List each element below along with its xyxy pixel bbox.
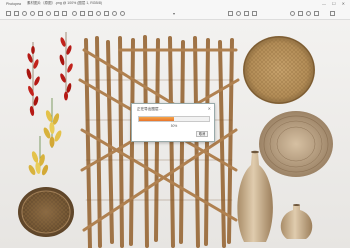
print-icon[interactable] [252,11,257,16]
cancel-button[interactable]: 取消 [196,131,208,137]
redo-icon[interactable] [30,11,35,16]
woven-tray [243,36,315,104]
zoom-out-icon[interactable] [120,11,125,16]
title-bar: Photopea 素材图片（原图）.png @ 100% (图层 1, RGB/… [0,0,350,7]
toolbar-icons [0,7,350,20]
progress-bar [138,116,210,122]
save-icon[interactable] [14,11,19,16]
fullscreen-icon[interactable] [298,11,303,16]
minimize-button[interactable]: — [322,0,326,7]
bamboo-sieve [259,111,333,177]
dialog-close-icon[interactable]: ✕ [208,106,211,111]
yellow-chili-bunch-lower [28,136,49,176]
window-controls: — ☐ ✕ [322,0,345,7]
export-progress-dialog: 正在导出图层… ✕ 50% 取消 [131,103,215,142]
resize-icon[interactable] [62,11,67,16]
red-chili-string-left [26,42,40,116]
brush-icon[interactable] [96,11,101,16]
export-icon[interactable] [314,11,319,16]
zoom-in-icon[interactable] [112,11,117,16]
filter-icon[interactable] [80,11,85,16]
undo-icon[interactable] [22,11,27,16]
close-window-button[interactable]: ✕ [342,0,345,7]
crop-icon[interactable] [38,11,43,16]
document-title: 素材图片（原图）.png @ 100% (图层 1, RGB/8) [27,1,102,5]
bamboo-lattice [78,35,240,248]
eraser-icon[interactable] [104,11,109,16]
share-icon[interactable] [244,11,249,16]
settings-icon[interactable] [236,11,241,16]
progress-percent: 50% [170,123,178,128]
text-icon[interactable] [88,11,93,16]
progress-bar-fill [139,117,174,121]
woven-basket [18,187,74,237]
red-chili-string-right [59,32,73,101]
fit-icon[interactable] [228,11,233,16]
flip-icon[interactable] [54,11,59,16]
close-doc-icon[interactable] [330,11,335,16]
maximize-button[interactable]: ☐ [332,0,336,7]
help-icon[interactable] [306,11,311,16]
rotate-icon[interactable] [46,11,51,16]
photo-editor-window: Photopea 素材图片（原图）.png @ 100% (图层 1, RGB/… [0,0,350,248]
adjust-icon[interactable] [72,11,77,16]
small-ceramic-jar [280,204,313,239]
app-name: Photopea [6,1,21,6]
open-file-icon[interactable] [6,11,11,16]
yellow-chili-bunch [43,98,62,148]
info-icon[interactable] [290,11,295,16]
dialog-title: 正在导出图层… [137,107,163,111]
